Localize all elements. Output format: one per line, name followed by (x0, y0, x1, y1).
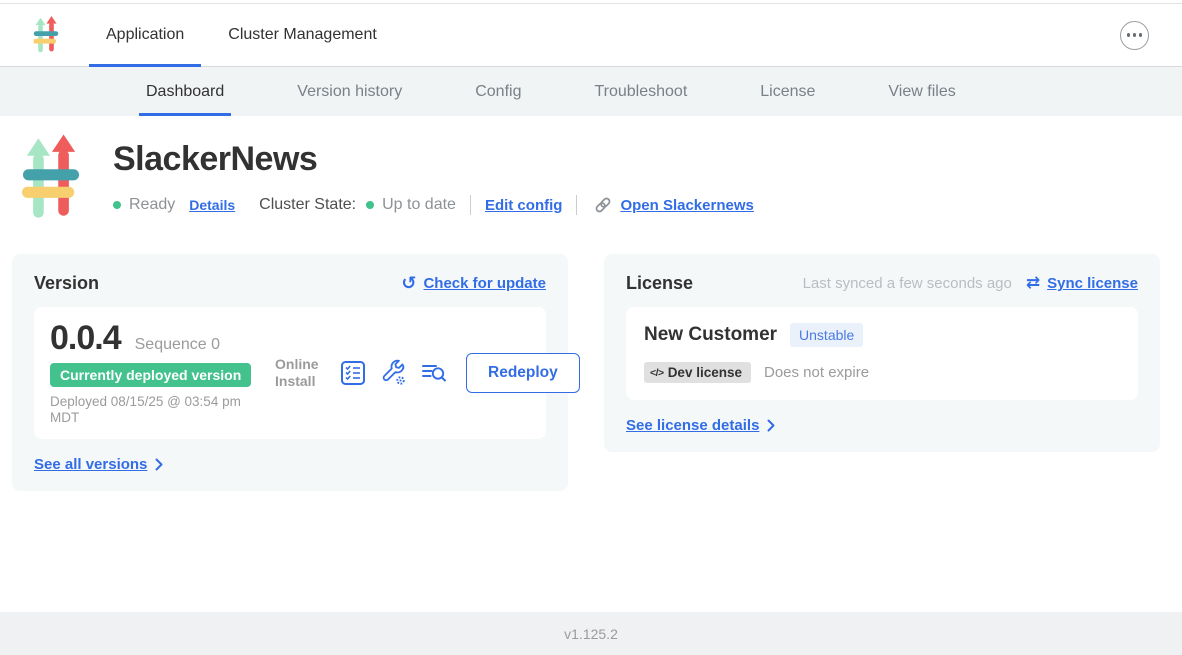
subnav-item-view-files[interactable]: View files (881, 67, 962, 116)
last-synced-text: Last synced a few seconds ago (803, 275, 1012, 292)
see-license-details-link[interactable]: See license details (626, 417, 759, 434)
console-version: v1.125.2 (564, 626, 618, 642)
install-type-label: Online Install (275, 356, 327, 391)
license-expiry: Does not expire (764, 364, 869, 381)
version-number: 0.0.4 (50, 320, 121, 356)
subnav-config-label: Config (475, 83, 521, 101)
status-details-link[interactable]: Details (189, 197, 235, 213)
redeploy-button[interactable]: Redeploy (466, 353, 580, 393)
tab-cluster-management-label: Cluster Management (228, 26, 377, 44)
app-logo-large-icon (22, 134, 80, 222)
version-info: 0.0.4 Sequence 0 Currently deployed vers… (50, 320, 275, 426)
deployed-badge: Currently deployed version (50, 363, 251, 387)
code-icon: </> (650, 367, 664, 379)
subnav-troubleshoot-label: Troubleshoot (594, 83, 687, 101)
app-logo-icon (33, 16, 59, 54)
edit-config-link[interactable]: Edit config (485, 197, 563, 214)
top-nav: Application Cluster Management (0, 4, 1182, 67)
license-card-title: License (626, 273, 693, 294)
chevron-right-icon (155, 458, 164, 471)
console-footer: v1.125.2 (0, 612, 1182, 655)
app-status-text: Ready (129, 196, 175, 214)
open-app-link[interactable]: Open Slackernews (620, 197, 753, 214)
license-type-label: Dev license (668, 365, 742, 380)
subnav-item-config[interactable]: Config (468, 67, 528, 116)
current-version-panel: 0.0.4 Sequence 0 Currently deployed vers… (34, 307, 546, 439)
preflight-checks-icon[interactable] (340, 360, 366, 386)
refresh-icon: ↺ (401, 275, 416, 293)
view-logs-icon[interactable] (420, 360, 448, 386)
version-sequence: Sequence 0 (135, 336, 220, 354)
tab-cluster-management[interactable]: Cluster Management (211, 4, 394, 66)
see-license-details[interactable]: See license details (626, 417, 1138, 434)
subnav-item-version-history[interactable]: Version history (290, 67, 409, 116)
see-all-versions-link[interactable]: See all versions (34, 456, 147, 473)
page-title: SlackerNews (113, 140, 754, 179)
customer-row: New Customer Unstable (644, 323, 1120, 347)
cluster-state-dot-icon (366, 201, 374, 209)
sync-license-link[interactable]: Sync license (1047, 275, 1138, 292)
sync-icon: ⇄ (1026, 275, 1040, 292)
cluster-state-value: Up to date (382, 196, 456, 214)
subnav-dashboard-label: Dashboard (146, 83, 224, 101)
app-status-row: Ready Details Cluster State: Up to date … (113, 195, 754, 215)
license-meta-row: </> Dev license Does not expire (644, 362, 1120, 383)
app-info: SlackerNews Ready Details Cluster State:… (113, 134, 754, 222)
subnav-item-license[interactable]: License (753, 67, 822, 116)
customer-name: New Customer (644, 324, 777, 346)
ellipsis-icon (1127, 33, 1131, 37)
see-all-versions[interactable]: See all versions (34, 456, 546, 473)
tab-application[interactable]: Application (89, 4, 201, 66)
link-icon (593, 195, 613, 215)
license-type-tag: </> Dev license (644, 362, 751, 383)
subnav-version-history-label: Version history (297, 83, 402, 101)
cluster-state-label: Cluster State: (259, 196, 356, 214)
license-card-header: License Last synced a few seconds ago ⇄ … (626, 273, 1138, 294)
more-menu-button[interactable] (1120, 21, 1149, 50)
dashboard-cards: Version ↺ Check for update 0.0.4 Sequenc… (12, 254, 1160, 491)
version-card-header: Version ↺ Check for update (34, 273, 546, 294)
edit-config-wrench-icon[interactable] (379, 359, 407, 387)
chevron-right-icon (767, 419, 776, 432)
subnav-item-troubleshoot[interactable]: Troubleshoot (587, 67, 694, 116)
admin-console-page: Application Cluster Management Dashboard… (0, 0, 1182, 655)
nav-tabs: Application Cluster Management (89, 4, 394, 66)
version-line: 0.0.4 Sequence 0 (50, 320, 275, 356)
check-for-update[interactable]: ↺ Check for update (401, 275, 546, 293)
subnav-item-dashboard[interactable]: Dashboard (139, 67, 231, 116)
subnav-license-label: License (760, 83, 815, 101)
version-actions: Online Install (275, 353, 580, 393)
tab-application-label: Application (106, 26, 184, 44)
version-card-title: Version (34, 273, 99, 294)
divider (576, 195, 577, 215)
divider (470, 195, 471, 215)
sync-license[interactable]: ⇄ Sync license (1026, 275, 1138, 292)
app-header: SlackerNews Ready Details Cluster State:… (22, 134, 1182, 222)
dashboard-main: SlackerNews Ready Details Cluster State:… (0, 116, 1182, 491)
check-for-update-link[interactable]: Check for update (423, 275, 546, 292)
deployed-timestamp: Deployed 08/15/25 @ 03:54 pm MDT (50, 394, 250, 426)
license-panel: New Customer Unstable </> Dev license Do… (626, 307, 1138, 400)
license-card: License Last synced a few seconds ago ⇄ … (604, 254, 1160, 452)
subnav-view-files-label: View files (888, 83, 955, 101)
status-dot-icon (113, 201, 121, 209)
app-subnav: Dashboard Version history Config Trouble… (0, 67, 1182, 116)
version-card: Version ↺ Check for update 0.0.4 Sequenc… (12, 254, 568, 491)
channel-badge: Unstable (790, 323, 863, 347)
